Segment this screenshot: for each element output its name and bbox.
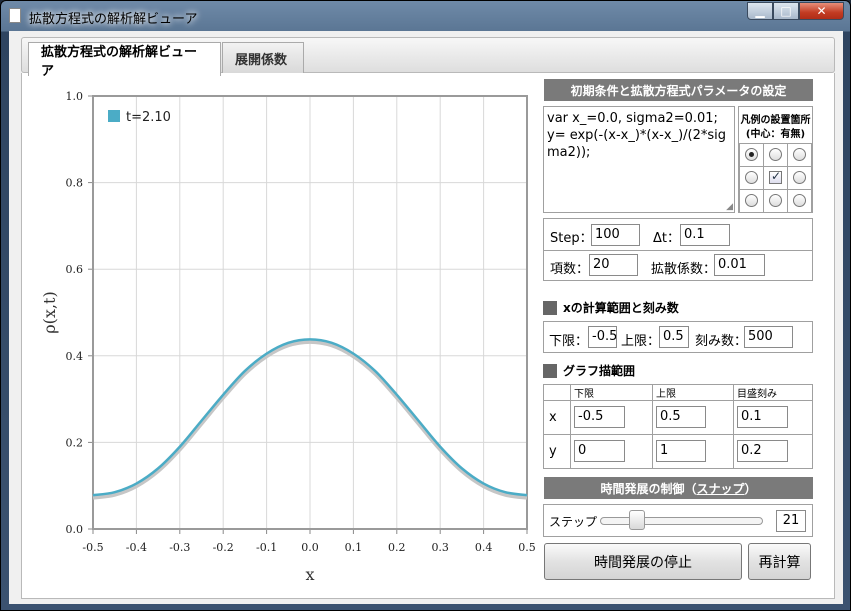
step-label: Step： (550, 231, 593, 246)
radio-bottom-center[interactable] (769, 194, 782, 207)
y-axis-label: ρ(x,t) (40, 291, 59, 333)
x-axis-label: x (305, 565, 314, 584)
minimize-icon: ▁ (755, 4, 765, 18)
terms-label: 項数： (550, 262, 590, 277)
radio-middle-left[interactable] (745, 171, 758, 184)
minimize-button[interactable]: ▁ (747, 2, 773, 20)
section-header-time: 時間発展の制御（スナップ） (544, 477, 813, 499)
radio-top-center[interactable] (769, 148, 782, 161)
y-tick-label: 0.4 (66, 350, 84, 363)
lower-label: 下限： (549, 334, 589, 349)
x-tick-label: -0.4 (126, 541, 147, 554)
init-code-textarea[interactable]: var x_=0.0, sigma2=0.01; y= exp(-(x-x_)*… (543, 106, 735, 213)
step-slider-thumb[interactable] (629, 510, 646, 530)
step-slider-label: ステップ (549, 515, 598, 529)
square-icon (543, 300, 557, 315)
radio-bottom-left[interactable] (745, 194, 758, 207)
dt-input[interactable]: 0.1 (680, 224, 730, 246)
y-tick-label: 0.2 (66, 436, 84, 449)
step-slider-track[interactable] (600, 517, 763, 525)
section-header-graph: グラフ描範囲 (543, 362, 635, 379)
params-panel: Step： 100 Δt： 0.1 項数： 20 拡散係数： 0.01 (543, 218, 813, 281)
init-code-text: var x_=0.0, sigma2=0.01; y= exp(-(x-x_)*… (547, 111, 726, 160)
col-tick: 目盛刻み (733, 384, 813, 401)
maximize-icon: □ (780, 4, 792, 18)
graph-y-lower-input[interactable]: 0 (574, 440, 625, 462)
close-icon: ✕ (816, 4, 827, 18)
y-tick-label: 0.6 (66, 263, 84, 276)
legend-position-subtitle: (中心：有無) (745, 129, 806, 140)
divisions-label: 刻み数： (695, 334, 748, 349)
graph-y-tick-input[interactable]: 0.2 (737, 440, 788, 462)
row-y-label: y (543, 434, 571, 469)
x-lower-input[interactable]: -0.5 (588, 326, 617, 348)
radio-middle-right[interactable] (793, 171, 806, 184)
legend-position-panel: 凡例の設置箇所 (中心：有無) ✓ (738, 106, 813, 213)
client-area: 拡散方程式の解析解ビューア 展開係数 -0.5 -0.4 -0.3 -0.2 -0.1 0… (9, 31, 843, 604)
graph-y-upper-input[interactable]: 1 (656, 440, 706, 462)
step-value-input[interactable]: 21 (776, 510, 806, 532)
x-tick-label: 0.0 (301, 541, 319, 554)
terms-input[interactable]: 20 (589, 254, 638, 276)
graph-x-upper-input[interactable]: 0.5 (656, 406, 706, 428)
graph-x-lower-input[interactable]: -0.5 (574, 406, 625, 428)
y-tick-label: 0.0 (66, 523, 84, 536)
chart: -0.5 -0.4 -0.3 -0.2 -0.1 0.0 0.1 0.2 0.3 0.4 0.5 0.… (40, 90, 536, 584)
step-input[interactable]: 100 (591, 224, 640, 246)
close-button[interactable]: ✕ (799, 2, 844, 20)
check-icon: ✓ (771, 169, 782, 183)
x-tick-label: -0.5 (82, 541, 103, 554)
graph-x-tick-input[interactable]: 0.1 (737, 406, 788, 428)
tab-strip: 拡散方程式の解析解ビューア 展開係数 (21, 37, 835, 79)
tab-content: -0.5 -0.4 -0.3 -0.2 -0.1 0.0 0.1 0.2 0.3 0.4 0.5 0.… (21, 73, 835, 599)
col-lower: 下限 (570, 384, 653, 401)
radio-bottom-right[interactable] (793, 194, 806, 207)
x-tick-label: 0.4 (475, 541, 493, 554)
window-title: 拡散方程式の解析解ビューア (29, 12, 198, 27)
section-header-xrange: xの計算範囲と刻み数 (543, 299, 679, 316)
legend-position-title: 凡例の設置箇所 (740, 115, 811, 126)
x-tick-label: -0.1 (256, 541, 277, 554)
col-upper: 上限 (652, 384, 734, 401)
diffusion-label: 拡散係数： (651, 262, 717, 277)
resize-grip-icon: ◢ (726, 202, 733, 212)
xrange-panel: 下限： -0.5 上限： 0.5 刻み数： 500 (543, 321, 813, 353)
tab-viewer[interactable]: 拡散方程式の解析解ビューア (28, 42, 221, 79)
x-tick-label: 0.2 (388, 541, 406, 554)
x-tick-label: 0.5 (518, 541, 536, 554)
recalculate-button[interactable]: 再計算 (748, 543, 811, 580)
snap-link[interactable]: スナップ (697, 480, 745, 497)
graph-range-table: 下限 上限 目盛刻み x -0.5 0.5 0.1 y 0 1 0.2 (543, 384, 813, 469)
row-x-label: x (543, 400, 571, 435)
legend-label: t=2.10 (126, 110, 171, 125)
y-tick-label: 0.8 (66, 177, 84, 190)
x-tick-label: 0.3 (431, 541, 449, 554)
diffusion-input[interactable]: 0.01 (714, 254, 765, 276)
upper-label: 上限： (621, 334, 661, 349)
divisions-input[interactable]: 500 (744, 326, 793, 348)
x-tick-label: -0.3 (169, 541, 190, 554)
title-bar: 拡散方程式の解析解ビューア ▁ □ ✕ (1, 1, 850, 31)
document-icon (9, 8, 21, 23)
x-tick-label: 0.1 (345, 541, 363, 554)
x-upper-input[interactable]: 0.5 (659, 326, 689, 348)
stop-evolution-button[interactable]: 時間発展の停止 (544, 543, 742, 580)
app-window: 拡散方程式の解析解ビューア ▁ □ ✕ 拡散方程式の解析解ビューア 展開係数 -… (0, 0, 851, 611)
center-checkbox[interactable]: ✓ (769, 169, 782, 184)
time-panel: ステップ 21 (543, 504, 813, 537)
maximize-button[interactable]: □ (773, 2, 799, 20)
legend-swatch (108, 110, 120, 122)
radio-top-left[interactable] (745, 148, 758, 161)
dt-label: Δt： (653, 231, 680, 246)
tab-coefficients[interactable]: 展開係数 (222, 42, 304, 74)
radio-top-right[interactable] (793, 148, 806, 161)
y-tick-label: 1.0 (66, 90, 84, 103)
section-header-init: 初期条件と拡散方程式パラメータの設定 (544, 79, 813, 101)
square-icon (543, 363, 557, 378)
x-tick-label: -0.2 (213, 541, 234, 554)
